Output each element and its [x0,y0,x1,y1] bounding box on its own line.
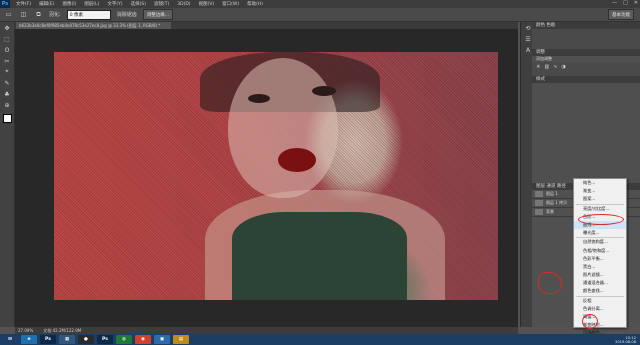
move-tool-icon[interactable]: ✥ [1,23,13,33]
layer-thumbnail [535,209,543,215]
menu-item-gradient[interactable]: 渐变... [574,187,626,195]
menu-item-exposure[interactable]: 曝光度... [574,229,626,237]
menu-item-brightness-contrast[interactable]: 亮度/对比度... [574,205,626,213]
adjust-button-annotation [582,314,598,329]
levels-icon[interactable]: ▥ [544,64,549,74]
menu-window[interactable]: 窗口(W) [222,1,239,7]
brightness-icon[interactable]: ☀ [536,64,540,74]
lips-shape [278,148,316,172]
tools-panel: ✥ ⬚ ʘ ✂ ⌖ ✎ ♣ ⊕ ▣ [0,22,15,327]
eyedropper-tool-icon[interactable]: ⌖ [1,67,13,77]
styles-panel-header[interactable]: 样式 [532,76,640,83]
menu-image[interactable]: 图像(I) [62,1,76,7]
windows-taskbar: ⊞ e Ps ▦ ● Ps ◍ ◉ ▣ ▤ 10:12 2019-08-08 [0,334,640,345]
antialias-checkbox[interactable]: 消除锯齿 [117,11,137,18]
menu-3d[interactable]: 3D(D) [177,2,190,7]
menu-item-color-balance[interactable]: 色彩平衡... [574,255,626,263]
marquee-tool-icon[interactable]: ⬚ [1,34,13,44]
taskbar-photoshop2-icon[interactable]: Ps [97,335,113,344]
menu-item-vibrance[interactable]: 自然饱和度... [574,238,626,246]
minimize-button[interactable]: — [612,0,617,6]
menu-bar: Ps 文件(F) 编辑(E) 图像(I) 图层(L) 文字(Y) 选择(S) 滤… [0,0,640,8]
taskbar-explorer-icon[interactable]: ▦ [59,335,75,344]
dress-shape [232,212,407,300]
layer-name: 背景 [546,209,554,214]
menu-item-posterize[interactable]: 色调分离... [574,305,626,313]
history-brush-icon[interactable]: ⊕ [1,100,13,110]
curves-icon[interactable]: ∿ [553,64,557,74]
curves-highlight-annotation [578,214,624,225]
layer-thumbnail [535,191,543,197]
styles-panel-body [532,83,640,183]
system-tray-clock[interactable]: 10:12 2019-08-08 [615,334,636,345]
menu-type[interactable]: 文字(Y) [107,1,122,7]
menu-item-photo-filter[interactable]: 照片滤镜... [574,271,626,279]
status-bar: 27.09% 文档:42.2M/122.9M [15,327,518,334]
taskbar-app4-icon[interactable]: ▤ [173,335,189,344]
menu-file[interactable]: 文件(F) [16,1,31,7]
crop-tool-icon[interactable]: ✂ [1,56,13,66]
taskbar-app-icon[interactable]: ● [78,335,94,344]
stamp-tool-icon[interactable]: ♣ [1,89,13,99]
feather-input[interactable]: 0 像素 [66,9,111,20]
menu-filter[interactable]: 滤镜(T) [154,1,169,7]
menu-item-channel-mixer[interactable]: 通道混合器... [574,279,626,287]
maximize-button[interactable]: □ [623,0,628,6]
adjustment-context-menu: 纯色... 渐变... 图案... 亮度/对比度... 色阶... 曲线... … [573,178,627,335]
taskbar-ie-icon[interactable]: e [21,335,37,344]
document-tab[interactable]: b623b3a0c8ef0f985eb4e078c53e27ec8.jpg @ … [16,22,171,29]
photoshop-logo-icon: Ps [0,0,10,8]
feather-label: 羽化: [49,12,61,18]
refine-edge-button[interactable]: 调整边缘... [142,9,173,20]
marquee-tool-icon[interactable]: ▭ [4,10,13,19]
adjustments-panel-header[interactable]: 调整 [532,49,640,56]
close-button[interactable]: ✕ [634,0,638,6]
layer-name: 图层 1 拷贝 [546,200,568,205]
clock-date: 2019-08-08 [615,339,636,344]
layer-thumbnail [535,200,543,206]
window-controls: — □ ✕ [612,0,638,6]
brush-tool-icon[interactable]: ✎ [1,78,13,88]
foreground-color-swatch[interactable] [3,114,12,123]
document-info: 文档:42.2M/122.9M [43,327,82,333]
menu-item-pattern[interactable]: 图案... [574,195,626,203]
face-shape [228,58,338,198]
menu-view[interactable]: 视图(V) [199,1,215,7]
menu-help[interactable]: 帮助(H) [247,1,263,7]
menu-edit[interactable]: 编辑(E) [39,1,54,7]
menu-item-hue-saturation[interactable]: 色相/饱和度... [574,247,626,255]
layer-name: 图层 1 [546,191,558,196]
taskbar-photoshop-icon[interactable]: Ps [40,335,56,344]
portrait-photo[interactable] [54,52,498,300]
right-eye-shape [312,86,336,96]
workspace-select[interactable]: 基本功能 [608,9,634,20]
color-panel-body[interactable] [532,29,640,49]
new-selection-icon[interactable]: ◫ [19,10,28,19]
taskbar-app3-icon[interactable]: ▣ [154,335,170,344]
taskbar-chrome-icon[interactable]: ◉ [135,335,151,344]
menu-item-black-white[interactable]: 黑白... [574,263,626,271]
menu-item-color-lookup[interactable]: 颜色查找... [574,287,626,295]
menu-item-invert[interactable]: 反相 [574,297,626,305]
arrow-annotation [538,272,562,294]
options-bar: ▭ ◫ ⧉ 羽化: 0 像素 消除锯齿 调整边缘... 基本功能 [0,8,640,22]
document-tab-bar: b623b3a0c8ef0f985eb4e078c53e27ec8.jpg @ … [14,22,518,29]
menu-item-solid-color[interactable]: 纯色... [574,179,626,187]
exposure-icon[interactable]: ◑ [561,64,565,74]
start-button[interactable]: ⊞ [2,335,18,344]
zoom-level[interactable]: 27.09% [18,328,33,333]
left-eye-shape [248,94,270,103]
menu-select[interactable]: 选择(S) [131,1,146,7]
add-selection-icon[interactable]: ⧉ [34,10,43,19]
adjustment-icons-row: ☀ ▥ ∿ ◑ [532,62,640,76]
taskbar-app2-icon[interactable]: ◍ [116,335,132,344]
color-panel-header[interactable]: 颜色 色板 [532,22,640,29]
menu-layer[interactable]: 图层(L) [84,1,99,7]
lasso-tool-icon[interactable]: ʘ [1,45,13,55]
